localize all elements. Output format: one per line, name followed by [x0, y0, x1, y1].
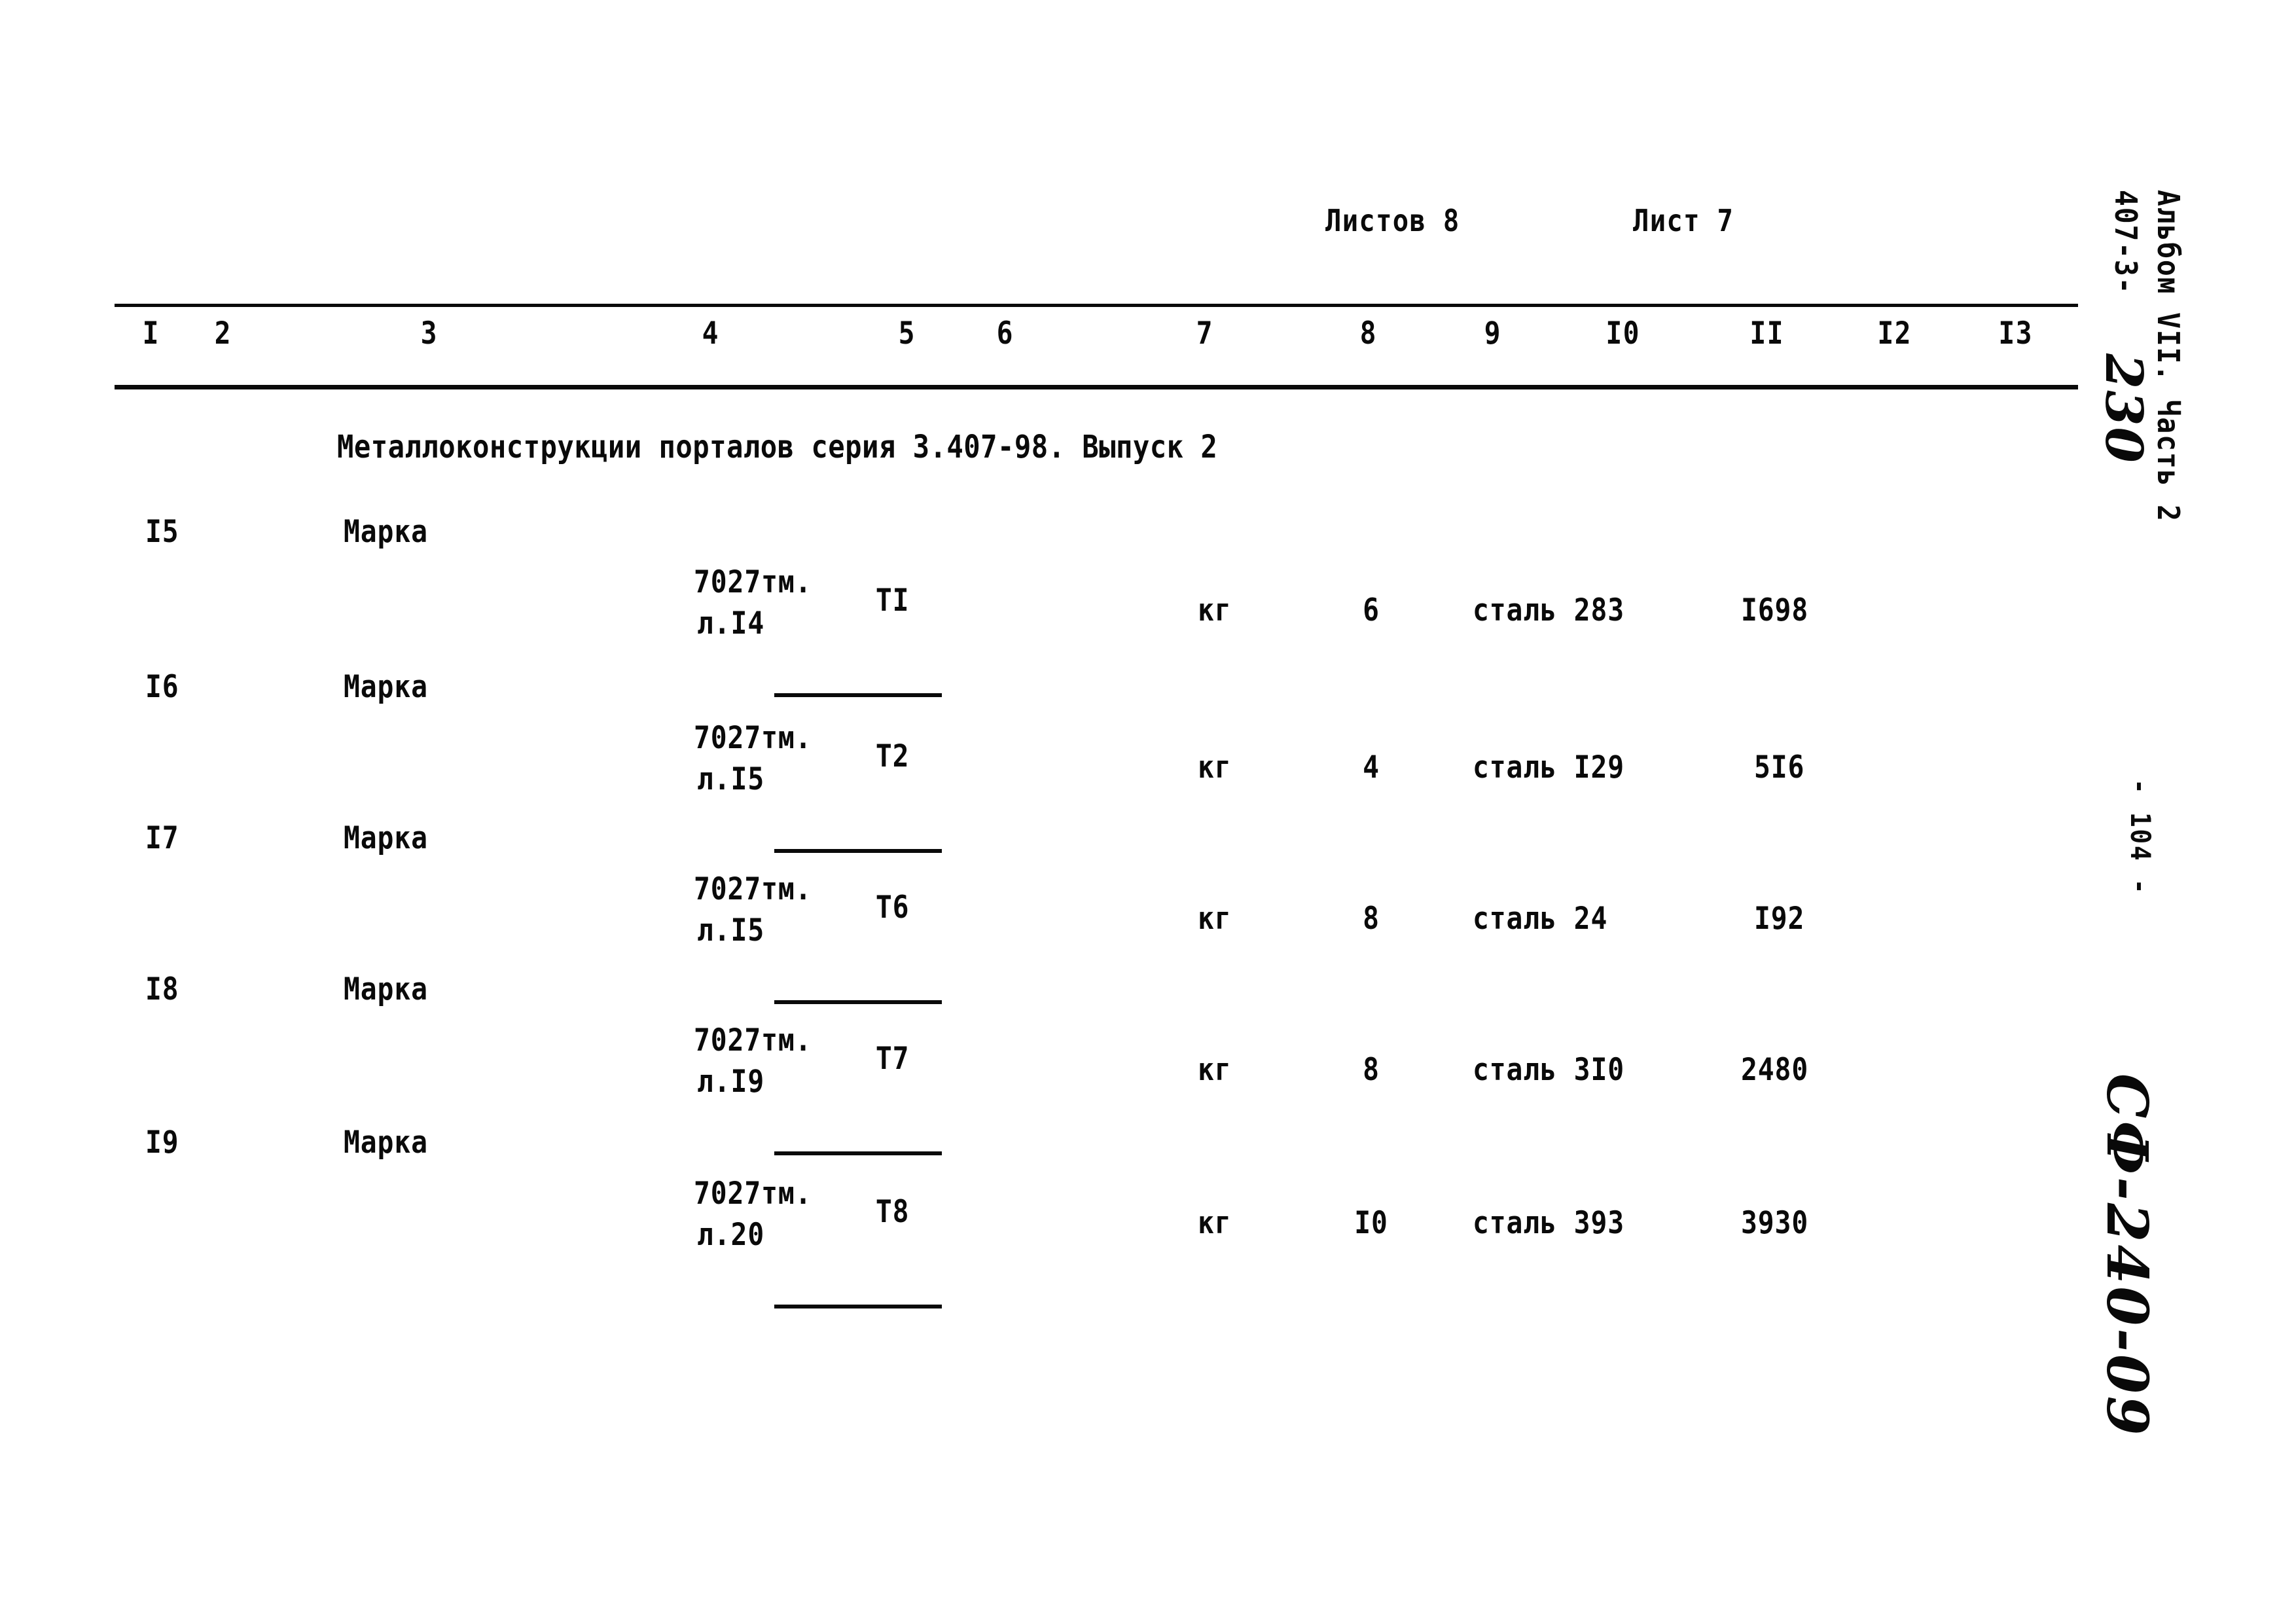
- page-number: - 104 -: [2125, 779, 2157, 896]
- table-row-doc: 7027тм.: [694, 1176, 812, 1212]
- table-row-number: I6: [145, 669, 179, 705]
- sheet-current-label: Лист 7: [1633, 203, 1734, 238]
- table-row-mass: 5I6: [1754, 749, 1805, 785]
- table-row-material: сталь 3I0: [1473, 1052, 1625, 1088]
- table-row-type: Марка: [344, 971, 428, 1007]
- table-row-qty: 8: [1363, 901, 1380, 937]
- table-row-type: Марка: [344, 820, 428, 856]
- table-row-mass: I698: [1741, 592, 1809, 628]
- table-row-unit: кг: [1198, 1052, 1232, 1088]
- table-row-sheet: л.I5: [697, 912, 765, 948]
- table-rule-bottom: [115, 385, 2078, 389]
- table-row-mass: 3930: [1741, 1205, 1809, 1241]
- table-row-type: Марка: [344, 669, 428, 705]
- mark-code-text: ТI: [875, 583, 910, 619]
- mark-code-text: Т8: [875, 1194, 910, 1230]
- sheets-total-label: Листов 8: [1325, 203, 1460, 238]
- table-row-unit: кг: [1198, 592, 1232, 628]
- table-rule-top: [115, 304, 2078, 307]
- table-row-qty: 4: [1363, 749, 1380, 785]
- mark-code-underline: [774, 1305, 942, 1308]
- table-row-doc: 7027тм.: [694, 564, 812, 600]
- column-number-8: 8: [1359, 316, 1377, 352]
- table-row-mass: I92: [1754, 901, 1805, 937]
- table-row-sheet: л.I4: [697, 605, 765, 641]
- scanned-document-page: Листов 8 Лист 7 I 2 3 4 5 6 7 8 9 I0 II …: [0, 0, 2296, 1624]
- table-row-sheet: л.I9: [697, 1064, 765, 1100]
- column-number-7: 7: [1196, 316, 1213, 352]
- column-number-9: 9: [1484, 316, 1501, 352]
- table-row-mass: 2480: [1741, 1052, 1809, 1088]
- series-number-handwritten: 230: [2094, 353, 2153, 464]
- table-row-sheet: л.I5: [697, 761, 765, 797]
- table-row-unit: кг: [1198, 901, 1232, 937]
- table-row-doc: 7027тм.: [694, 1022, 812, 1058]
- table-row-type: Марка: [344, 514, 428, 550]
- mark-code-text: Т6: [875, 890, 910, 926]
- table-row-qty: 8: [1363, 1052, 1380, 1088]
- section-title: Металлоконструкции порталов серия 3.407-…: [337, 429, 1218, 465]
- table-row-material: сталь 24: [1473, 901, 1608, 937]
- column-number-12: I2: [1877, 316, 1912, 352]
- column-number-1: I: [142, 316, 160, 352]
- column-number-2: 2: [214, 316, 232, 352]
- album-part-label: Альбом VII. Часть 2: [2151, 190, 2186, 522]
- table-row-number: I8: [145, 971, 179, 1007]
- column-number-4: 4: [702, 316, 719, 352]
- column-number-3: 3: [420, 316, 438, 352]
- table-row-type: Марка: [344, 1125, 428, 1161]
- table-row-doc: 7027тм.: [694, 720, 812, 756]
- table-row-unit: кг: [1198, 749, 1232, 785]
- table-row-qty: I0: [1354, 1205, 1388, 1241]
- table-row-number: I9: [145, 1125, 179, 1161]
- column-number-10: I0: [1605, 316, 1640, 352]
- table-row-qty: 6: [1363, 592, 1380, 628]
- table-row-sheet: л.20: [697, 1217, 765, 1253]
- table-row-number: I7: [145, 820, 179, 856]
- table-row-number: I5: [145, 514, 179, 550]
- table-row-material: сталь 283: [1473, 592, 1625, 628]
- column-number-6: 6: [996, 316, 1014, 352]
- table-row-doc: 7027тм.: [694, 871, 812, 907]
- column-number-5: 5: [898, 316, 916, 352]
- table-row-unit: кг: [1198, 1205, 1232, 1241]
- mark-code-text: Т2: [875, 738, 910, 774]
- mark-code-text: Т7: [875, 1041, 910, 1077]
- table-row-material: сталь I29: [1473, 749, 1625, 785]
- series-code-label: 407-3-: [2108, 190, 2144, 295]
- column-number-11: II: [1749, 316, 1784, 352]
- column-number-13: I3: [1998, 316, 2033, 352]
- archive-code-handwritten: СФ-240-09: [2094, 1074, 2160, 1438]
- table-row-material: сталь 393: [1473, 1205, 1625, 1241]
